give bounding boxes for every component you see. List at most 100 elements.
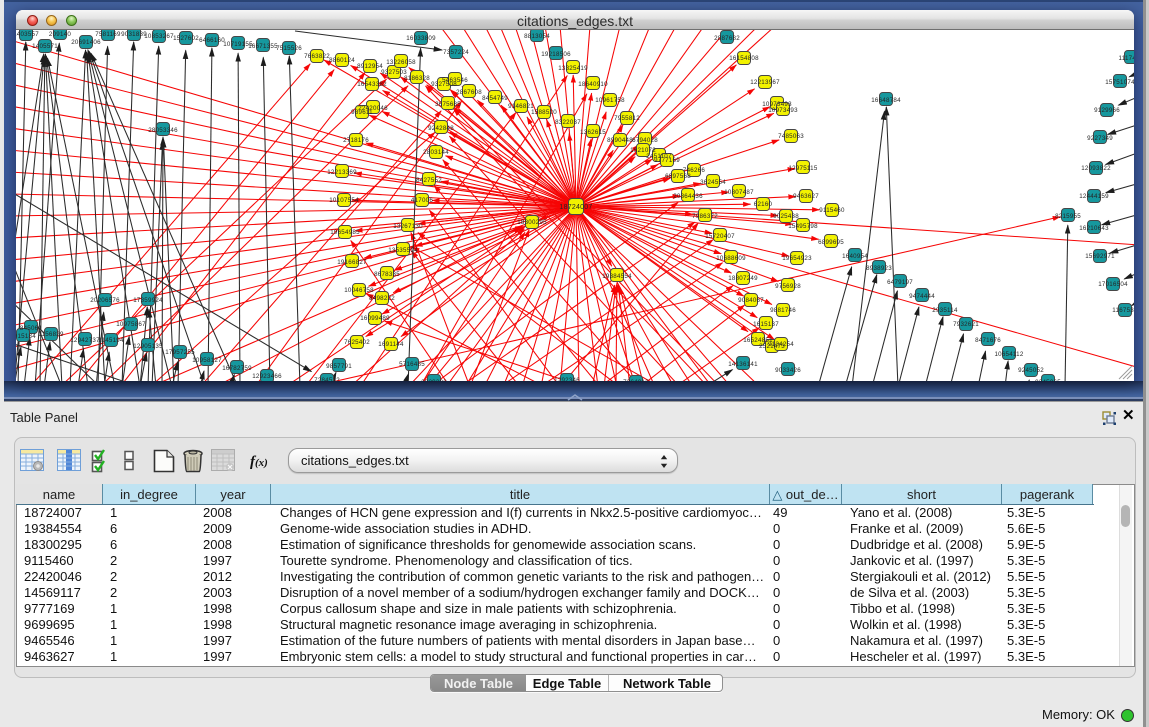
- svg-text:16099489: 16099489: [360, 315, 390, 322]
- svg-text:9881746: 9881746: [770, 307, 796, 314]
- svg-text:5716485: 5716485: [399, 361, 425, 368]
- svg-text:1167534: 1167534: [1112, 307, 1134, 314]
- svg-text:10975867: 10975867: [116, 321, 146, 328]
- svg-text:417006: 417006: [411, 197, 433, 204]
- svg-text:12093822: 12093822: [1081, 165, 1111, 172]
- svg-text:10958127: 10958127: [192, 357, 222, 364]
- svg-text:19384554: 19384554: [602, 273, 632, 280]
- svg-text:7932621: 7932621: [953, 321, 979, 328]
- svg-text:1117408: 1117408: [1119, 55, 1134, 62]
- svg-text:7357224: 7357224: [443, 49, 469, 56]
- svg-text:3675685: 3675685: [435, 101, 461, 108]
- svg-text:19654985: 19654985: [330, 229, 360, 236]
- svg-text:1640954: 1640954: [842, 253, 868, 260]
- svg-text:10107554: 10107554: [329, 197, 359, 204]
- svg-text:12213967: 12213967: [750, 79, 780, 86]
- svg-text:16648784: 16648784: [871, 97, 901, 104]
- svg-text:13226058: 13226058: [386, 59, 416, 66]
- svg-text:8427552: 8427552: [416, 177, 442, 184]
- svg-text:2929282: 2929282: [421, 379, 447, 381]
- svg-text:17957255: 17957255: [165, 349, 195, 356]
- svg-text:10688609: 10688609: [716, 255, 746, 262]
- svg-text:7485063: 7485063: [778, 133, 804, 140]
- svg-text:2867608: 2867608: [456, 89, 482, 96]
- svg-text:2887682: 2887682: [714, 35, 740, 42]
- svg-text:1588520: 1588520: [531, 109, 557, 116]
- svg-text:10973493: 10973493: [768, 107, 798, 114]
- svg-text:1292346: 1292346: [554, 377, 580, 381]
- svg-text:8454749: 8454749: [482, 95, 508, 102]
- svg-text:18724007: 18724007: [559, 204, 592, 211]
- svg-text:12905135: 12905135: [133, 343, 163, 350]
- svg-text:7625402: 7625402: [344, 339, 370, 346]
- svg-text:10853267: 10853267: [144, 33, 174, 40]
- svg-text:15751074: 15751074: [1105, 79, 1134, 86]
- svg-text:6479197: 6479197: [887, 279, 913, 286]
- svg-text:13325419: 13325419: [558, 65, 588, 72]
- svg-text:7955812: 7955812: [614, 115, 640, 122]
- svg-text:8471676: 8471676: [975, 337, 1001, 344]
- svg-text:8215955: 8215955: [1055, 213, 1081, 220]
- svg-text:18807249: 18807249: [728, 275, 758, 282]
- svg-text:15495798: 15495798: [788, 223, 818, 230]
- svg-text:15692971: 15692971: [1085, 253, 1115, 260]
- svg-text:7986372: 7986372: [692, 213, 718, 220]
- svg-text:16033809: 16033809: [406, 35, 436, 42]
- svg-text:14136141: 14136141: [728, 361, 758, 368]
- svg-text:12942737: 12942737: [70, 337, 100, 344]
- svg-text:17016504: 17016504: [1098, 281, 1128, 288]
- svg-text:8813054: 8813054: [524, 33, 550, 40]
- svg-text:8678335: 8678335: [374, 271, 400, 278]
- svg-text:12923466: 12923466: [252, 373, 282, 380]
- svg-text:10046758: 10046758: [344, 287, 374, 294]
- svg-text:9463627: 9463627: [793, 193, 819, 200]
- svg-text:8186328: 8186328: [404, 75, 430, 82]
- svg-text:7284512: 7284512: [314, 377, 340, 381]
- svg-text:1362615: 1362615: [580, 129, 606, 136]
- svg-text:10961758: 10961758: [595, 97, 625, 104]
- svg-text:16671355: 16671355: [248, 43, 278, 50]
- svg-text:12444159: 12444159: [1079, 193, 1109, 200]
- svg-text:8912954: 8912954: [357, 63, 383, 70]
- svg-text:f(x): f(x): [250, 454, 268, 470]
- svg-text:7364912: 7364912: [623, 379, 649, 381]
- svg-text:9857791: 9857791: [326, 363, 352, 370]
- svg-text:9756928: 9756928: [775, 283, 801, 290]
- svg-text:8498222: 8498222: [369, 295, 395, 302]
- svg-text:9134254: 9134254: [768, 341, 794, 348]
- svg-text:9115460: 9115460: [819, 207, 845, 214]
- svg-text:19654923: 19654923: [782, 255, 812, 262]
- svg-text:13267130: 13267130: [393, 223, 423, 230]
- svg-text:6466160: 6466160: [199, 37, 225, 44]
- svg-text:8322037: 8322037: [555, 119, 581, 126]
- svg-text:9242848: 9242848: [428, 125, 454, 132]
- svg-text:16543382: 16543382: [357, 81, 387, 88]
- svg-text:18640910: 18640910: [578, 81, 608, 88]
- svg-text:20206576: 20206576: [90, 297, 120, 304]
- svg-text:209140: 209140: [49, 31, 71, 38]
- svg-text:6794028: 6794028: [632, 137, 658, 144]
- svg-text:8938923: 8938923: [866, 265, 892, 272]
- svg-text:16782759: 16782759: [222, 365, 252, 372]
- svg-text:19218506: 19218506: [541, 51, 571, 58]
- svg-text:1156829: 1156829: [38, 331, 64, 338]
- svg-text:1615137: 1615137: [753, 321, 779, 328]
- svg-text:10654112: 10654112: [994, 351, 1023, 358]
- svg-text:7581169: 7581169: [95, 31, 121, 38]
- svg-text:16154808: 16154808: [729, 55, 759, 62]
- svg-text:9245065: 9245065: [1035, 379, 1061, 381]
- svg-text:9227349: 9227349: [1087, 135, 1113, 142]
- svg-text:2935114: 2935114: [932, 307, 958, 314]
- svg-text:19166827: 19166827: [337, 259, 367, 266]
- svg-text:1405571: 1405571: [32, 43, 58, 50]
- svg-text:8860124: 8860124: [329, 57, 355, 64]
- svg-text:989611: 989611: [351, 109, 373, 116]
- svg-text:7663822: 7663822: [304, 53, 330, 60]
- svg-text:17359924: 17359924: [133, 297, 163, 304]
- svg-text:1403557: 1403557: [16, 31, 39, 38]
- svg-text:6899695: 6899695: [818, 239, 844, 246]
- svg-text:3624554: 3624554: [700, 179, 726, 186]
- svg-text:3915184: 3915184: [16, 333, 36, 340]
- svg-text:1527602: 1527602: [173, 35, 199, 42]
- svg-text:18300295: 18300295: [517, 219, 547, 226]
